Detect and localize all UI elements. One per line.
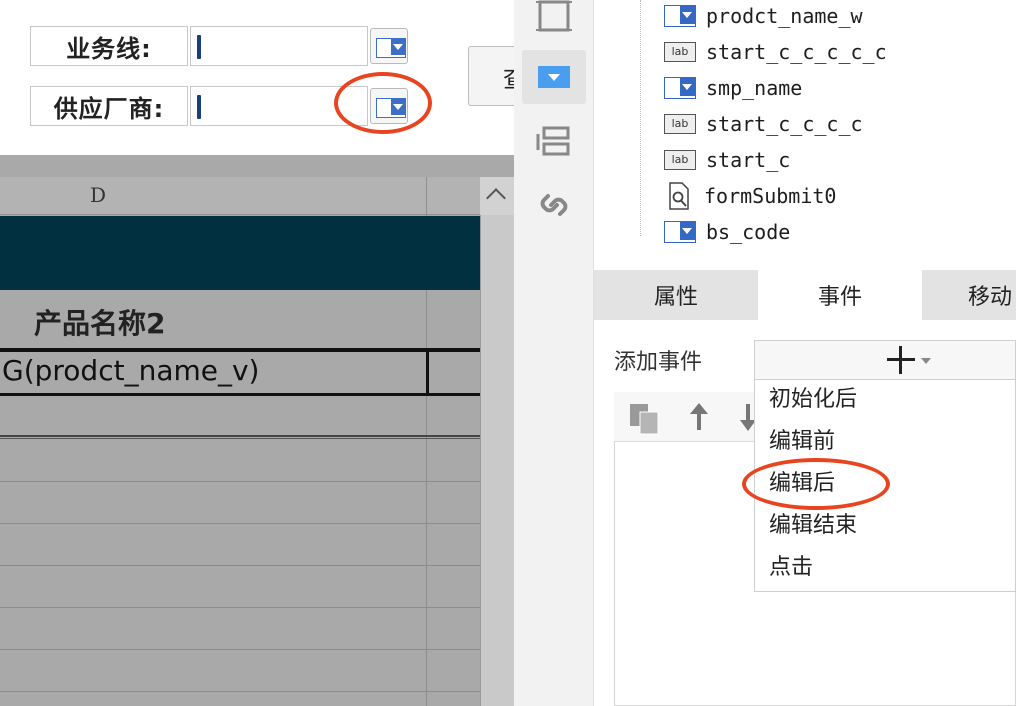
text-caret [197, 95, 201, 119]
layout-tool-button[interactable] [522, 114, 586, 168]
grid-row-line [0, 565, 480, 566]
query-form [0, 0, 514, 155]
plus-icon-bar [887, 358, 915, 361]
frame-icon [536, 0, 572, 32]
query-button[interactable]: 查 [468, 46, 516, 106]
tree-item-label: formSubmit0 [704, 184, 837, 208]
copy-icon[interactable] [628, 402, 664, 436]
vertical-scrollbar[interactable] [480, 177, 514, 706]
spreadsheet-grid: D 产品名称2 G(prodct_name_v) [0, 155, 514, 706]
formula-cell[interactable]: G(prodct_name_v) [2, 354, 259, 387]
business-line-dropdown-button[interactable] [370, 28, 408, 64]
add-event-label: 添加事件 [614, 350, 703, 375]
business-line-label: 业务线: [30, 26, 188, 66]
text-caret [197, 35, 201, 59]
row-separator [0, 435, 480, 439]
link-tool-button[interactable] [522, 178, 586, 232]
grid-row-line [0, 649, 480, 650]
business-line-input[interactable] [190, 26, 368, 66]
menu-item-edit-end[interactable]: 编辑结束 [769, 508, 857, 544]
link-icon [540, 194, 568, 216]
dropdown-widget-icon [664, 5, 696, 27]
label-widget-icon: lab [664, 114, 696, 134]
column-letter: D [90, 183, 107, 207]
column-header: D [0, 177, 480, 215]
tree-guide-line [640, 0, 641, 236]
grid-row-line [0, 481, 480, 482]
tab-events[interactable]: 事件 [758, 270, 922, 320]
tree-item-start-c[interactable]: lab start_c [664, 142, 790, 178]
dropdown-widget-icon [664, 221, 696, 243]
designer-toolbar [514, 0, 594, 706]
tree-item-start-c-c-c-c-c[interactable]: lab start_c_c_c_c_c [664, 34, 887, 70]
tree-item-label: prodct_name_w [706, 4, 863, 28]
list-layout-icon [536, 126, 570, 156]
menu-item-before-edit[interactable]: 编辑前 [769, 424, 835, 460]
dropdown-widget-icon [538, 66, 570, 88]
grid-row-line [0, 607, 480, 608]
caret-down-icon [921, 358, 931, 364]
tree-item-label: start_c_c_c_c_c [706, 40, 887, 64]
tab-properties[interactable]: 属性 [594, 270, 758, 320]
tree-item-formsubmit0[interactable]: formSubmit0 [664, 178, 836, 214]
grid-row-line [0, 691, 480, 692]
product-name-row[interactable]: 产品名称2 [0, 290, 480, 348]
tree-item-label: start_c [706, 148, 791, 172]
dropdown-widget-icon [664, 77, 696, 99]
frame-tool-button[interactable] [522, 0, 586, 54]
tree-item-label: start_c_c_c_c [706, 112, 863, 136]
supplier-label: 供应厂商: [30, 86, 188, 126]
tree-item-label: smp_name [706, 76, 803, 100]
chevron-up-icon [486, 188, 506, 208]
tree-item-smp-name[interactable]: smp_name [664, 70, 802, 106]
dropdown-icon [376, 38, 406, 58]
tree-item-start-c-c-c-c[interactable]: lab start_c_c_c_c [664, 106, 863, 142]
event-list-toolbar [614, 392, 756, 442]
tree-item-prodct-name-w[interactable]: prodct_name_w [664, 0, 863, 34]
cell-divider [426, 352, 429, 393]
menu-item-after-init[interactable]: 初始化后 [769, 382, 857, 418]
menu-item-click[interactable]: 点击 [769, 550, 813, 586]
add-event-button[interactable] [754, 340, 1016, 380]
label-widget-icon: lab [664, 150, 696, 170]
product-name-header: 产品名称2 [34, 307, 166, 340]
form-search-icon [669, 182, 689, 210]
dropdown-tool-button[interactable] [522, 50, 586, 104]
grid-row-line [0, 523, 480, 524]
formula-row[interactable]: G(prodct_name_v) [0, 348, 480, 396]
panel-tabs: 属性 事件 移动 [594, 270, 1016, 320]
scroll-up-button[interactable] [480, 177, 514, 215]
tree-item-label: bs_code [706, 220, 791, 244]
header-band [0, 216, 480, 290]
tree-item-bs-code[interactable]: bs_code [664, 214, 790, 250]
arrow-up-icon[interactable] [684, 400, 714, 434]
highlight-ellipse-dropdown [334, 72, 432, 134]
arrow-down-icon[interactable] [736, 400, 756, 434]
tab-move[interactable]: 移动 [922, 270, 1016, 320]
highlight-ellipse-after-edit [742, 458, 890, 510]
label-widget-icon: lab [664, 42, 696, 62]
